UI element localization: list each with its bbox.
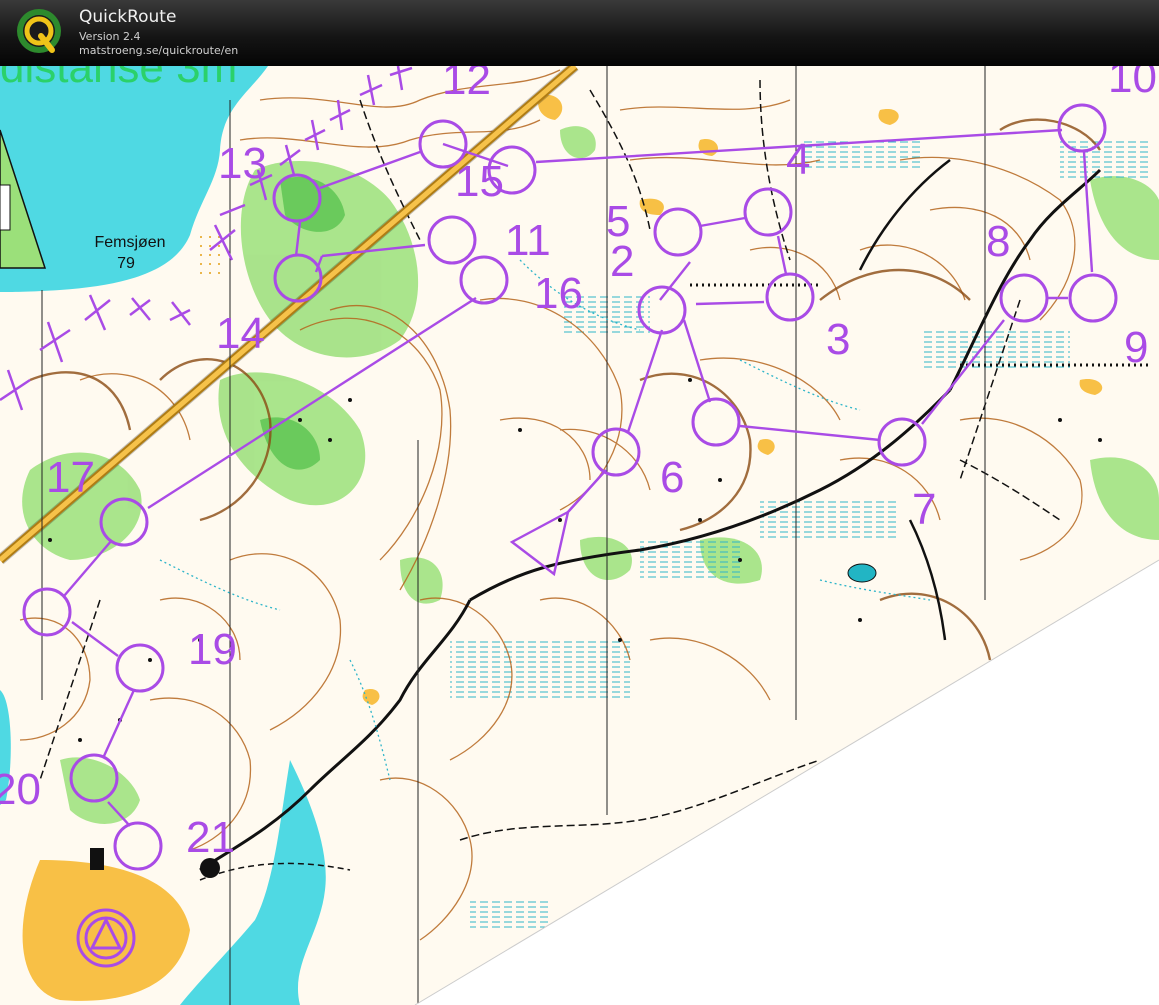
control-number-4: 4 (786, 135, 810, 184)
control-number-11: 11 (505, 216, 551, 265)
control-number-15: 15 (455, 157, 504, 206)
orienteering-map[interactable]: distanse 3m 10 12 13 15 4 5 11 2 8 16 3 … (0, 66, 1159, 1005)
app-version: Version 2.4 (79, 30, 141, 43)
control-number-19: 19 (188, 625, 237, 674)
control-number-21: 21 (186, 813, 235, 862)
map-canvas: distanse 3m 10 12 13 15 4 5 11 2 8 16 3 … (0, 66, 1159, 1005)
app-url[interactable]: matstroeng.se/quickroute/en (79, 44, 238, 57)
control-number-14: 14 (216, 309, 265, 358)
control-number-7: 7 (912, 485, 936, 534)
app-name: QuickRoute (79, 7, 177, 27)
lake-elevation: 79 (117, 255, 135, 272)
control-number-16: 16 (534, 269, 583, 318)
control-number-6: 6 (660, 453, 684, 502)
control-number-13: 13 (218, 139, 267, 188)
lake-name: Femsjøen (94, 234, 165, 251)
control-number-12: 12 (442, 66, 491, 104)
control-number-20: 20 (0, 765, 41, 814)
title-bar: QuickRoute Version 2.4 matstroeng.se/qui… (0, 0, 1159, 66)
control-number-10: 10 (1108, 66, 1157, 102)
quickroute-logo-icon (17, 9, 61, 53)
pond (847, 563, 877, 583)
control-number-8: 8 (986, 217, 1010, 266)
control-number-2: 2 (610, 237, 634, 286)
map-title: distanse 3m (0, 66, 237, 92)
control-number-9: 9 (1124, 323, 1148, 372)
control-number-3: 3 (826, 315, 850, 364)
control-number-17: 17 (46, 453, 95, 502)
